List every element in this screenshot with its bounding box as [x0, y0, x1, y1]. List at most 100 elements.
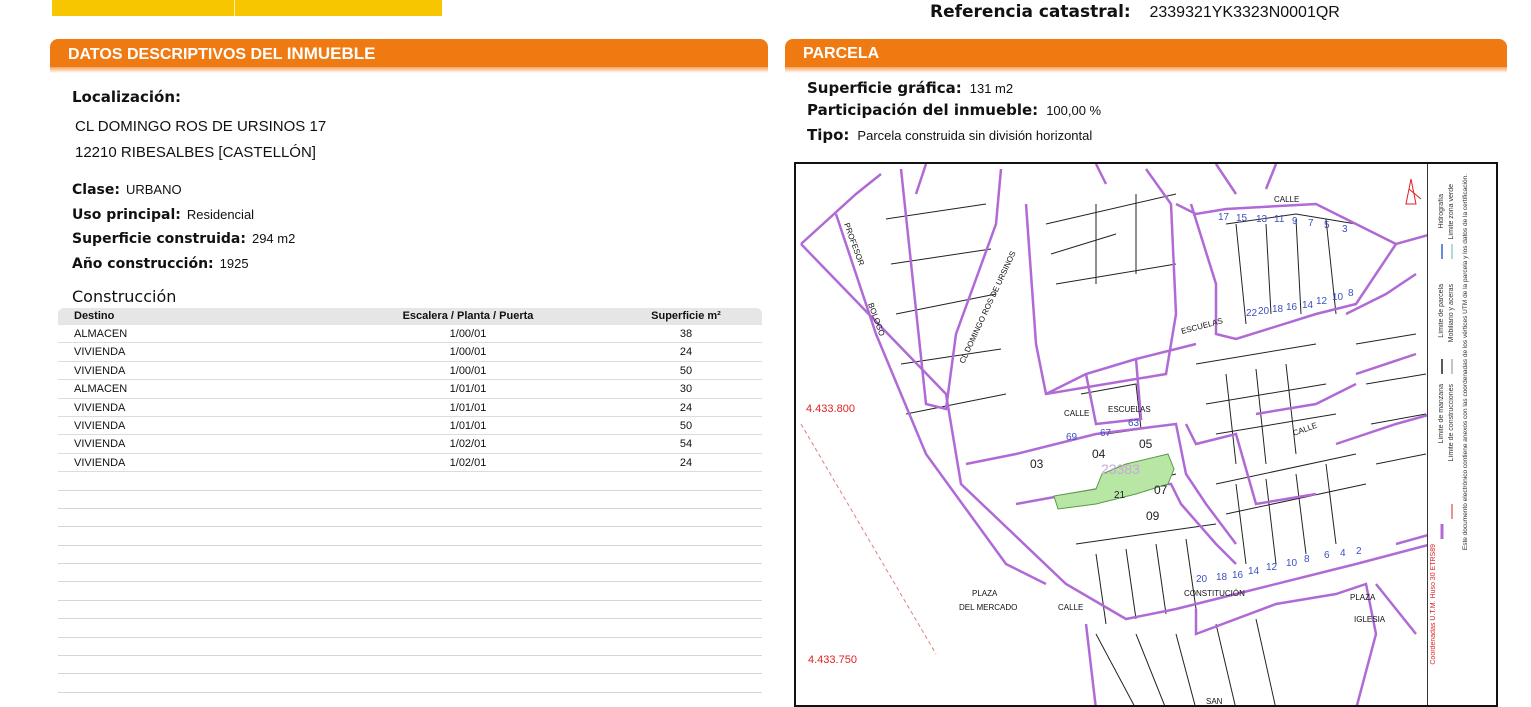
cell-destino: VIVIENDA	[74, 346, 126, 359]
house-number: 18	[1272, 304, 1284, 315]
cell-destino: ALMACEN	[74, 328, 128, 340]
house-number: 4	[1340, 548, 1346, 559]
table-empty-row	[58, 638, 762, 657]
house-number: 10	[1332, 292, 1344, 303]
street-label-calle-right: CALLE	[1292, 421, 1319, 438]
cell-superficie: 24	[679, 346, 693, 359]
coord-top: 4.433.800	[806, 403, 855, 415]
table-empty-row	[58, 491, 762, 509]
superficie-field: Superficie construida: 294 m2	[72, 230, 295, 247]
construccion-table: Destino Escalera / Planta / Puerta Super…	[58, 308, 762, 702]
table-row: ALMACEN 1/01/01 30	[58, 380, 762, 399]
legend-note: Este documento electrónico contiene anex…	[1462, 174, 1469, 551]
parcel-number-03: 03	[1030, 457, 1044, 471]
parcela-title: PARCELA	[803, 45, 880, 62]
table-row: VIVIENDA 1/02/01 54	[58, 435, 762, 454]
table-header: Destino Escalera / Planta / Puerta Super…	[58, 308, 762, 325]
superficie-grafica-field: Superficie gráfica: 131 m2	[807, 79, 1013, 97]
table-body: ALMACEN 1/00/01 38 VIVIENDA 1/00/01 24 VIVIEND…	[58, 325, 762, 693]
participacion-field: Participación del inmueble: 100,00 %	[807, 101, 1101, 119]
header-destino: Destino	[74, 310, 115, 322]
map-drawing: 23383 4.433.800 4.433.750 CALLE CALLE ES…	[800, 164, 1433, 705]
reference-row: Referencia catastral: 2339321YK3323N0001…	[930, 2, 1340, 22]
cadastral-map[interactable]: 23383 4.433.800 4.433.750 CALLE CALLE ES…	[794, 162, 1498, 707]
house-number: 16	[1232, 570, 1244, 581]
street-label-constitucion: CONSTITUCIÓN	[1184, 589, 1245, 598]
table-row: ALMACEN 1/00/01 38	[58, 325, 762, 344]
parcel-number-63: 63	[1128, 418, 1140, 429]
header-escalera: Escalera / Planta / Puerta	[402, 310, 534, 322]
section-bar-inmueble: DATOS DESCRIPTIVOS DEL INMUEBLE	[50, 39, 768, 73]
parcel-number-07: 07	[1154, 483, 1168, 497]
street-label-del-mercado: DEL MERCADO	[959, 603, 1017, 612]
anio-label: Año construcción:	[72, 256, 214, 272]
cell-destino: VIVIENDA	[74, 364, 126, 377]
street-label-calle-top: CALLE	[1274, 195, 1299, 204]
section-title-prefix: DATOS DESCRIPTIVOS DEL	[68, 46, 287, 63]
house-number: 12	[1266, 562, 1278, 573]
legend-limite-construcciones: Límite de construcciones	[1448, 384, 1455, 462]
cell-superficie: 50	[679, 364, 693, 377]
house-number: 14	[1302, 300, 1314, 311]
address-line-1: CL DOMINGO ROS DE URSINOS 17	[75, 118, 327, 135]
parcel-watermark: 23383	[1101, 461, 1140, 477]
cell-escalera: 1/02/01	[449, 456, 487, 469]
cell-superficie: 54	[679, 438, 693, 451]
tipo-label: Tipo:	[807, 126, 850, 144]
house-number: 20	[1196, 574, 1208, 585]
anio-value: 1925	[219, 256, 249, 271]
cell-escalera: 1/00/01	[449, 364, 487, 377]
street-label-plaza-iglesia: PLAZA	[1350, 593, 1376, 602]
uso-label: Uso principal:	[72, 207, 181, 223]
cell-destino: VIVIENDA	[74, 419, 126, 432]
participacion-label: Participación del inmueble:	[807, 101, 1039, 119]
catastro-logo-strip	[52, 0, 442, 16]
north-arrow-icon	[1405, 178, 1422, 205]
reference-label: Referencia catastral:	[930, 2, 1131, 22]
house-number: 6	[1324, 550, 1330, 561]
house-number: 16	[1286, 302, 1298, 313]
clase-label: Clase:	[72, 182, 120, 198]
table-row: VIVIENDA 1/01/01 50	[58, 417, 762, 436]
table-empty-row	[58, 582, 762, 601]
parcel-number-05: 05	[1139, 437, 1153, 451]
house-number: 22	[1246, 308, 1258, 319]
house-number: 20	[1258, 306, 1270, 317]
location-label: Localización:	[72, 88, 182, 106]
parcel-number-04: 04	[1092, 447, 1106, 461]
anio-field: Año construcción: 1925	[72, 255, 249, 272]
block-boundaries	[800, 164, 1433, 705]
parcel-number-67: 67	[1100, 428, 1112, 439]
tipo-field: Tipo: Parcela construida sin división hor…	[807, 126, 1092, 144]
uso-field: Uso principal: Residencial	[72, 206, 254, 223]
address-line-2: 12210 RIBESALBES [CASTELLÓN]	[75, 144, 316, 161]
map-legend: Límite de manzana Límite de parcela Hidr…	[1427, 164, 1496, 705]
legend-limite-parcela: Límite de parcela	[1438, 284, 1445, 338]
house-number: 9	[1292, 216, 1298, 227]
grid-line	[800, 423, 937, 655]
cell-escalera: 1/00/01	[449, 346, 487, 359]
table-empty-row	[58, 674, 762, 693]
house-number: 3	[1342, 224, 1348, 235]
table-empty-row	[58, 619, 762, 638]
cell-superficie: 24	[679, 456, 693, 469]
legend-hidrografia: Hidrografía	[1438, 194, 1445, 229]
cell-destino: VIVIENDA	[74, 401, 126, 414]
house-number: 8	[1348, 288, 1354, 299]
cell-escalera: 1/01/01	[449, 383, 487, 396]
house-number: 5	[1324, 220, 1330, 231]
coord-bottom: 4.433.750	[808, 654, 857, 666]
header-superficie: Superficie m²	[651, 310, 721, 322]
parcel-number-69: 69	[1066, 432, 1078, 443]
legend-limite-manzana: Límite de manzana	[1438, 384, 1445, 444]
house-number: 10	[1286, 558, 1298, 569]
street-label-bologo: BOLOGO	[866, 302, 886, 338]
house-numbers: 17 15 13 11 9 7 5 322 20 18 16 14 12 10 820 18 16 14 12 10 8…	[1196, 212, 1362, 585]
cell-superficie: 24	[679, 401, 693, 414]
table-row: VIVIENDA 1/00/01 50	[58, 362, 762, 381]
cell-superficie: 30	[679, 383, 693, 396]
cell-escalera: 1/00/01	[449, 328, 487, 340]
table-empty-row	[58, 472, 762, 491]
legend-mobiliario: Mobiliario y aceras	[1448, 284, 1455, 343]
cell-superficie: 38	[679, 328, 693, 340]
